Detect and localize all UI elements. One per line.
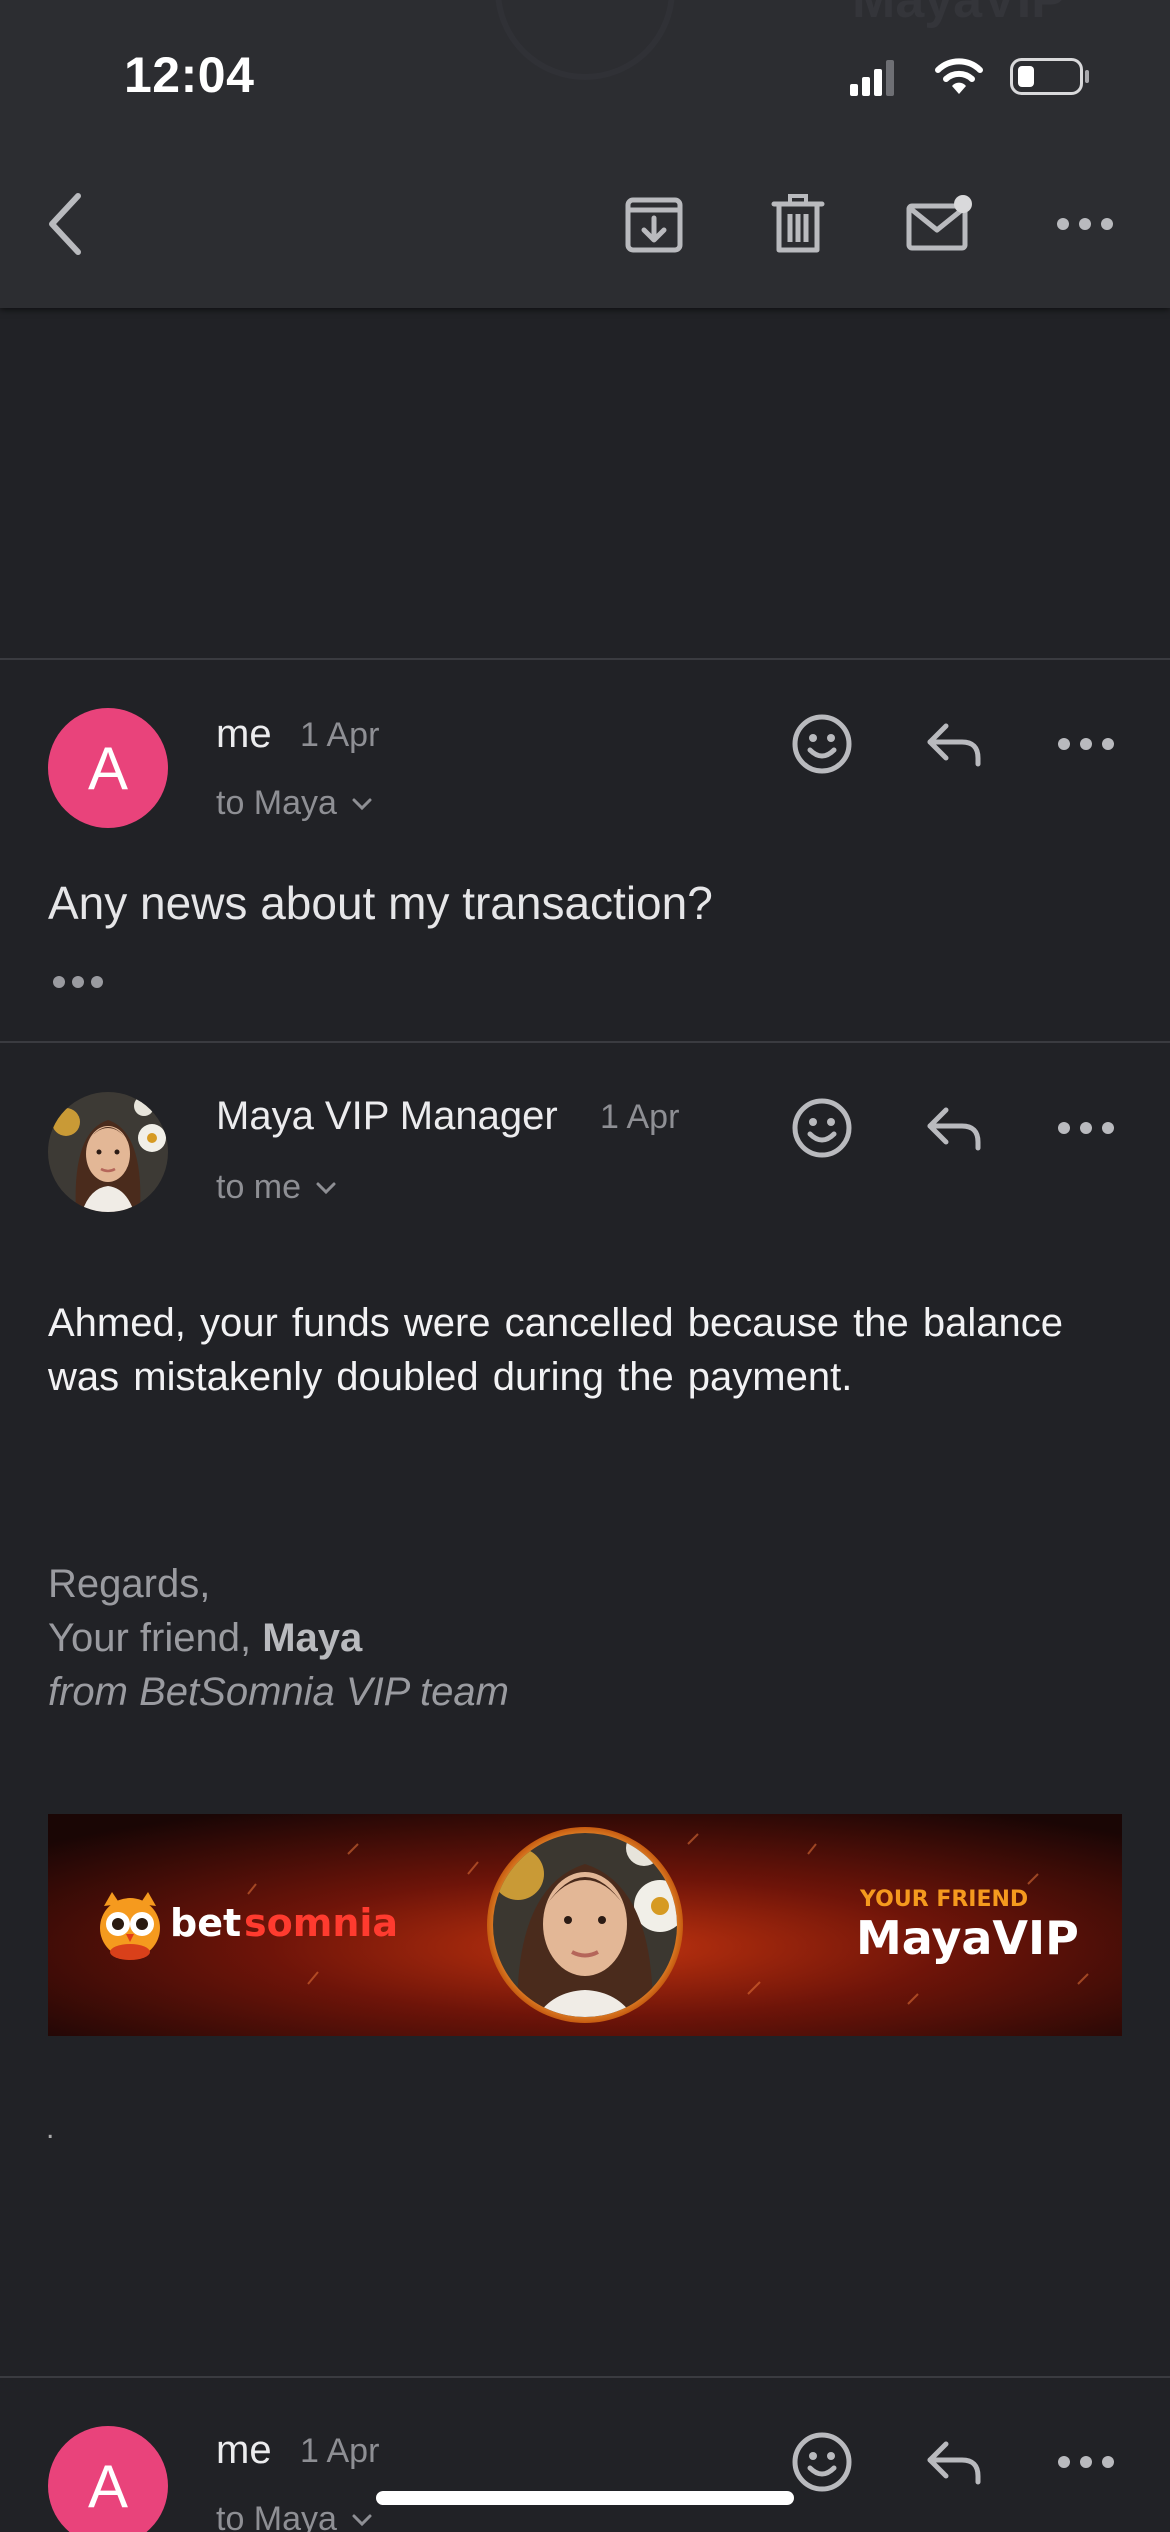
brand-text-bet: bet (170, 1901, 241, 1945)
message-body: Ahmed, your funds were cancelled because… (48, 1301, 1063, 1399)
divider (0, 658, 1170, 660)
reply-icon[interactable] (916, 706, 992, 782)
sender-name[interactable]: Maya VIP Manager (216, 1094, 558, 1139)
battery-icon (1010, 58, 1089, 95)
wifi-icon (935, 58, 983, 94)
mark-unread-icon[interactable] (902, 186, 978, 262)
back-chevron-icon[interactable] (30, 186, 106, 262)
signature-team: from BetSomnia VIP team (48, 1670, 509, 1715)
more-icon[interactable] (1048, 2424, 1124, 2500)
chevron-down-icon (316, 1182, 336, 1194)
emoji-reaction-icon[interactable] (784, 706, 860, 782)
signature-greeting: Regards, (48, 1562, 211, 1606)
reply-icon[interactable] (916, 1090, 992, 1166)
home-indicator[interactable] (376, 2491, 794, 2505)
recipient-label: to me (216, 1168, 302, 1206)
signature-prefix: Your friend, (48, 1616, 252, 1660)
top-app-bar: MayaVIP 12:04 (0, 0, 1170, 308)
header-ghost-avatar (495, 0, 675, 80)
more-icon[interactable] (1048, 706, 1124, 782)
archive-icon[interactable] (616, 186, 692, 262)
recipient-toggle[interactable]: to me (216, 1168, 337, 1207)
emoji-reaction-icon[interactable] (784, 1090, 860, 1166)
message-date: 1 Apr (300, 716, 380, 754)
status-icons (850, 56, 1090, 100)
more-icon[interactable] (1047, 186, 1123, 262)
chevron-down-icon (352, 2514, 372, 2526)
promo-banner[interactable]: bet somnia YOUR FRIEND MayaVIP (48, 1814, 1122, 2036)
reply-icon[interactable] (916, 2424, 992, 2500)
show-quoted-text-icon[interactable] (52, 974, 104, 995)
divider (0, 2376, 1170, 2378)
signature-name: Maya (262, 1616, 363, 1660)
recipient-label: to Maya (216, 2500, 337, 2532)
message-date: 1 Apr (600, 1098, 680, 1136)
message-date: 1 Apr (300, 2432, 380, 2470)
avatar[interactable] (48, 1092, 168, 1212)
banner-headline: MayaVIP (856, 1911, 1079, 1965)
divider (0, 1041, 1170, 1043)
signature-name-line: Your friend, Maya (48, 1616, 362, 1661)
message-snippet[interactable]: Any news about my transaction? (48, 876, 713, 930)
status-time: 12:04 (124, 47, 255, 103)
banner-tagline: YOUR FRIEND (859, 1887, 1028, 1912)
trailing-text: . (46, 2112, 55, 2145)
email-thread-screen: MayaVIP 12:04 A me 1 Apr to Maya Any new… (0, 0, 1170, 2532)
signature-team-text: from BetSomnia VIP team (48, 1670, 509, 1714)
recipient-toggle[interactable]: to Maya (216, 2500, 373, 2532)
header-ghost-title: MayaVIP (852, 0, 1066, 29)
avatar[interactable]: A (48, 708, 168, 828)
more-icon[interactable] (1048, 1090, 1124, 1166)
recipient-toggle[interactable]: to Maya (216, 784, 373, 823)
brand-text-somnia: somnia (244, 1901, 398, 1945)
sender-name[interactable]: me (216, 2428, 272, 2473)
cellular-signal-icon (850, 60, 894, 96)
chevron-down-icon (352, 798, 372, 810)
trash-icon[interactable] (760, 186, 836, 262)
emoji-reaction-icon[interactable] (784, 2424, 860, 2500)
recipient-label: to Maya (216, 784, 337, 822)
avatar[interactable]: A (48, 2426, 168, 2532)
sender-name[interactable]: me (216, 712, 272, 757)
